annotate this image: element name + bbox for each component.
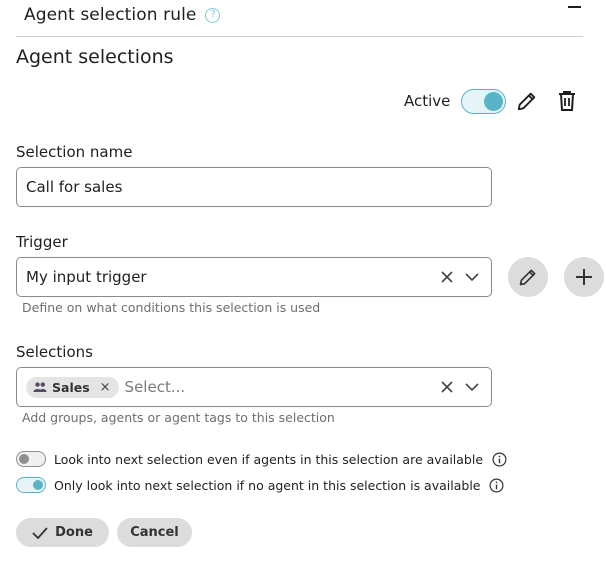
info-icon[interactable] bbox=[489, 478, 504, 493]
option-toggle-2[interactable] bbox=[16, 477, 46, 493]
info-icon[interactable] bbox=[492, 452, 507, 467]
selection-chip: Sales × bbox=[26, 376, 119, 398]
clear-icon[interactable] bbox=[441, 381, 453, 393]
active-label: Active bbox=[404, 92, 451, 110]
edit-button[interactable] bbox=[515, 89, 539, 113]
pencil-icon bbox=[519, 269, 536, 286]
rule-title: Agent selection rule bbox=[24, 5, 197, 25]
rule-header: Agent selection rule ? bbox=[24, 4, 221, 26]
header-divider bbox=[16, 36, 583, 37]
collapse-icon[interactable] bbox=[568, 6, 581, 8]
delete-button[interactable] bbox=[555, 89, 579, 113]
section-title: Agent selections bbox=[16, 46, 174, 68]
active-row: Active bbox=[404, 88, 507, 114]
question-circle-icon[interactable]: ? bbox=[205, 7, 221, 23]
selections-hint: Add groups, agents or agent tags to this… bbox=[22, 410, 335, 425]
group-icon bbox=[33, 382, 47, 392]
selections-placeholder: Select... bbox=[124, 378, 186, 396]
plus-icon bbox=[576, 269, 592, 285]
chip-label: Sales bbox=[52, 379, 90, 395]
option-label-2: Only look into next selection if no agen… bbox=[54, 477, 481, 493]
check-icon bbox=[32, 526, 48, 539]
selection-name-label: Selection name bbox=[16, 143, 133, 161]
trash-icon bbox=[559, 91, 575, 111]
clear-icon[interactable] bbox=[441, 271, 453, 283]
cancel-button[interactable]: Cancel bbox=[117, 518, 192, 547]
trigger-value: My input trigger bbox=[26, 268, 147, 286]
add-trigger-button[interactable] bbox=[564, 257, 604, 297]
chevron-down-icon[interactable] bbox=[465, 272, 479, 282]
active-toggle[interactable] bbox=[461, 88, 507, 114]
option-row-1: Look into next selection even if agents … bbox=[16, 450, 507, 468]
chip-remove-icon[interactable]: × bbox=[100, 380, 111, 395]
done-label: Done bbox=[55, 525, 93, 540]
option-row-2: Only look into next selection if no agen… bbox=[16, 476, 504, 494]
option-label-1: Look into next selection even if agents … bbox=[54, 451, 484, 467]
selection-name-input[interactable]: Call for sales bbox=[16, 167, 492, 207]
pencil-icon bbox=[517, 92, 536, 111]
trigger-label: Trigger bbox=[16, 233, 68, 251]
cancel-label: Cancel bbox=[130, 525, 179, 540]
chevron-down-icon[interactable] bbox=[465, 382, 479, 392]
trigger-select[interactable]: My input trigger bbox=[16, 257, 492, 297]
option-toggle-1[interactable] bbox=[16, 451, 46, 467]
selection-name-value: Call for sales bbox=[26, 178, 123, 196]
done-button[interactable]: Done bbox=[16, 518, 109, 547]
trigger-hint: Define on what conditions this selection… bbox=[22, 300, 321, 315]
selections-multiselect[interactable]: Sales × Select... bbox=[16, 367, 492, 407]
edit-trigger-button[interactable] bbox=[508, 257, 548, 297]
selections-label: Selections bbox=[16, 343, 93, 361]
